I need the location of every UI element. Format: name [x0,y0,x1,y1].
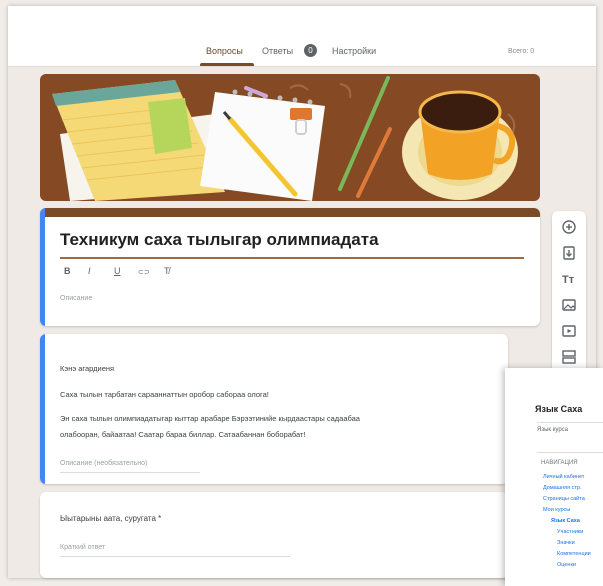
short-answer-underline [60,556,290,557]
tab-settings[interactable]: Настройки [332,46,376,56]
active-tab-indicator [200,63,254,66]
popup-nav-item-current[interactable]: Язык Саха [551,518,580,524]
popup-nav-item[interactable]: Оценки [557,562,576,568]
question-2-title: Ыытарыны аата, суругата * [60,514,162,523]
popup-divider-nav [537,452,603,453]
add-image-icon[interactable] [561,297,577,313]
question-1-line-3: Эн саха тылын олимпиадатыгар кыттар араб… [60,414,360,423]
add-section-icon[interactable] [561,349,577,365]
bold-button[interactable]: B [64,266,71,276]
tab-responses[interactable]: Ответы [262,46,293,56]
form-title-input[interactable]: Техникум саха тылыгар олимпиадата [60,230,379,250]
question-1-line-4: олабооран, байаатаа! Саатар бараа биллар… [60,430,306,439]
question-1-line-2: Саха тылын тарбатан сарааннаттын оробор … [60,390,269,399]
floating-toolbar: Tт [552,211,586,376]
popup-nav-item[interactable]: Значки [557,540,575,546]
import-questions-icon[interactable] [561,245,577,261]
add-title-icon[interactable]: Tт [561,271,577,287]
title-input-underline [60,257,524,259]
question-1-description-input[interactable]: Описание (необязательно) [60,460,147,467]
form-title-card[interactable]: Техникум саха тылыгар олимпиадата B I U … [40,208,540,326]
popup-course-tab[interactable]: Язык курса [537,427,568,433]
popup-divider-top [537,422,603,423]
course-page-popup[interactable]: Язык Саха Язык курса НАВИГАЦИЯ Личный ка… [505,368,603,586]
popup-nav-item[interactable]: Страницы сайта [543,496,585,502]
underline-button[interactable]: U [114,266,121,276]
selected-card-indicator [40,208,45,326]
clear-formatting-icon[interactable]: T̸ [164,266,170,276]
popup-title: Язык Саха [535,404,583,414]
tab-questions[interactable]: Вопросы [206,46,243,56]
popup-navigation-heading: НАВИГАЦИЯ [541,460,578,466]
question-card-2[interactable]: Ыытарыны аата, суругата * Краткий ответ [40,492,508,578]
link-icon[interactable]: ⊂⊃ [138,268,150,276]
question-card-1[interactable]: Кэнэ агардиеня Саха тылын тарбатан сараа… [40,334,508,484]
title-card-top-accent [40,208,540,217]
popup-nav-item[interactable]: Домашняя стр. [543,485,581,491]
responses-count-badge: 0 [304,44,317,57]
question-card-1-indicator [40,334,45,484]
popup-nav-item[interactable]: Участники [557,529,583,535]
question-1-line-1: Кэнэ агардиеня [60,364,115,373]
popup-nav-item[interactable]: Компетенции [557,551,591,557]
top-tab-bar: Вопросы Ответы 0 Настройки Всего: 0 [8,6,596,67]
svg-text:Tт: Tт [562,274,575,286]
add-video-icon[interactable] [561,323,577,339]
question-1-description-underline [60,472,200,473]
add-question-icon[interactable] [561,219,577,235]
popup-nav-item[interactable]: Мои курсы [543,507,570,513]
total-points: Всего: 0 [508,48,535,55]
italic-button[interactable]: I [88,266,91,276]
popup-nav-item[interactable]: Личный кабинет [543,474,584,480]
form-description-input[interactable]: Описание [60,295,92,302]
short-answer-field: Краткий ответ [60,544,106,551]
form-header-image [40,74,540,201]
